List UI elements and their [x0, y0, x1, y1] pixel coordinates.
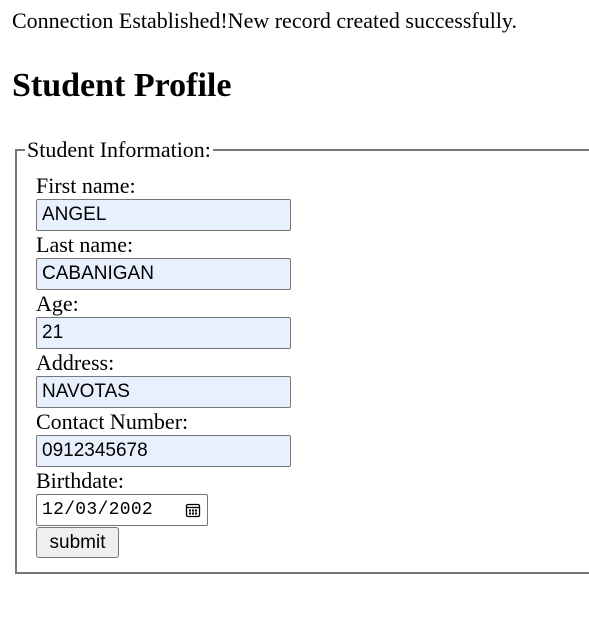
fieldset-legend: Student Information:: [27, 137, 211, 162]
first-name-label: First name:: [36, 173, 136, 198]
contact-number-input[interactable]: [36, 435, 291, 467]
address-label: Address:: [36, 350, 115, 375]
contact-number-label: Contact Number:: [36, 409, 189, 434]
last-name-label: Last name:: [36, 232, 134, 257]
last-name-input[interactable]: [36, 258, 291, 290]
status-message: Connection Established!New record create…: [12, 8, 518, 33]
birthdate-label: Birthdate:: [36, 468, 124, 493]
submit-button[interactable]: submit: [36, 527, 119, 558]
birthdate-input[interactable]: 12/03/2002: [36, 494, 208, 526]
age-input[interactable]: [36, 317, 291, 349]
birthdate-value: 12/03/2002: [42, 500, 154, 520]
calendar-icon[interactable]: [185, 502, 201, 518]
address-input[interactable]: [36, 376, 291, 408]
first-name-input[interactable]: [36, 199, 291, 231]
page-title: Student Profile: [12, 67, 232, 104]
age-label: Age:: [36, 291, 79, 316]
